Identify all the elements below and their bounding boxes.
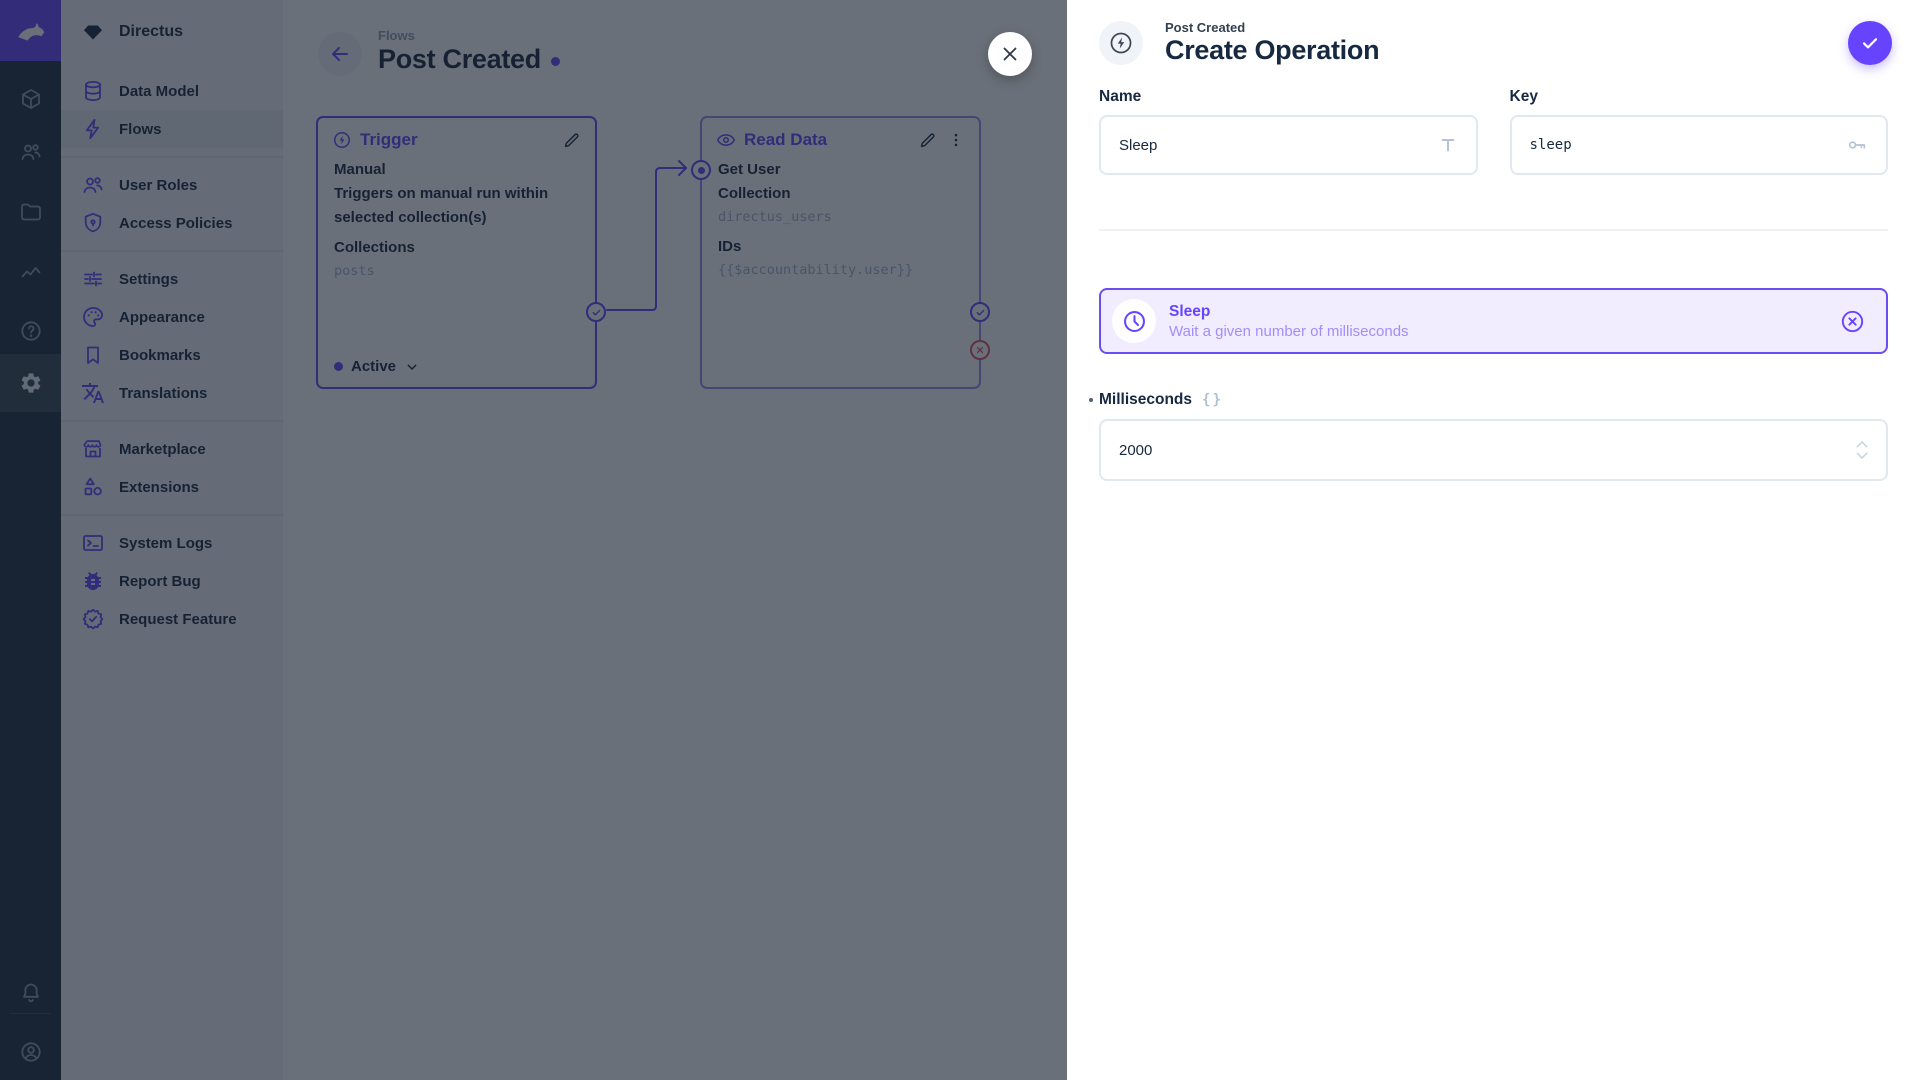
milliseconds-field-label: Milliseconds — [1099, 391, 1193, 408]
key-field-group: Key — [1509, 88, 1888, 175]
name-field-group: Name — [1099, 88, 1478, 175]
close-icon — [999, 43, 1021, 65]
key-icon — [1846, 134, 1868, 156]
operation-title: Sleep — [1169, 302, 1211, 320]
drawer-header-icon-button — [1099, 21, 1143, 65]
operation-texts: Sleep Wait a given number of millisecond… — [1169, 303, 1409, 340]
operation-fields: Name Key — [1067, 66, 1920, 175]
drawer-breadcrumb: Post Created — [1165, 20, 1246, 35]
selected-operation-card[interactable]: Sleep Wait a given number of millisecond… — [1099, 288, 1888, 354]
key-field[interactable] — [1509, 115, 1888, 175]
milliseconds-field[interactable] — [1099, 419, 1888, 481]
number-stepper — [1854, 439, 1870, 461]
deselect-operation-button[interactable] — [1839, 308, 1866, 335]
stepper-down-icon[interactable] — [1854, 451, 1870, 461]
drawer-overlay[interactable] — [0, 0, 1067, 1080]
drawer-title: Create Operation — [1165, 35, 1380, 65]
app: Directus Data Model Flows User Roles Acc… — [0, 0, 1920, 1080]
name-input[interactable] — [1119, 136, 1438, 154]
raw-value-icon[interactable]: {} — [1202, 392, 1223, 408]
save-operation-button[interactable] — [1848, 21, 1892, 65]
drawer-title-block: Post Created Create Operation — [1165, 20, 1380, 66]
drawer-header: Post Created Create Operation — [1067, 0, 1920, 66]
milliseconds-field-group: Milliseconds {} — [1067, 354, 1920, 481]
create-operation-drawer: Post Created Create Operation Name Key — [1067, 0, 1920, 1080]
key-input[interactable] — [1529, 137, 1846, 153]
stepper-up-icon[interactable] — [1854, 439, 1870, 449]
clock-icon — [1121, 308, 1148, 335]
circled-x-icon — [1839, 308, 1866, 335]
required-dot — [1089, 398, 1093, 402]
text-t-icon — [1438, 135, 1458, 155]
key-field-label: Key — [1509, 88, 1538, 105]
operation-description: Wait a given number of milliseconds — [1169, 322, 1409, 340]
name-field[interactable] — [1099, 115, 1478, 175]
name-field-label: Name — [1099, 88, 1142, 105]
close-drawer-button[interactable] — [988, 32, 1032, 76]
operation-icon-circle — [1112, 299, 1156, 343]
milliseconds-input[interactable] — [1119, 441, 1854, 459]
check-icon — [1859, 32, 1881, 54]
drawer-divider — [1099, 229, 1888, 231]
bolt-circle-icon — [1108, 30, 1134, 56]
